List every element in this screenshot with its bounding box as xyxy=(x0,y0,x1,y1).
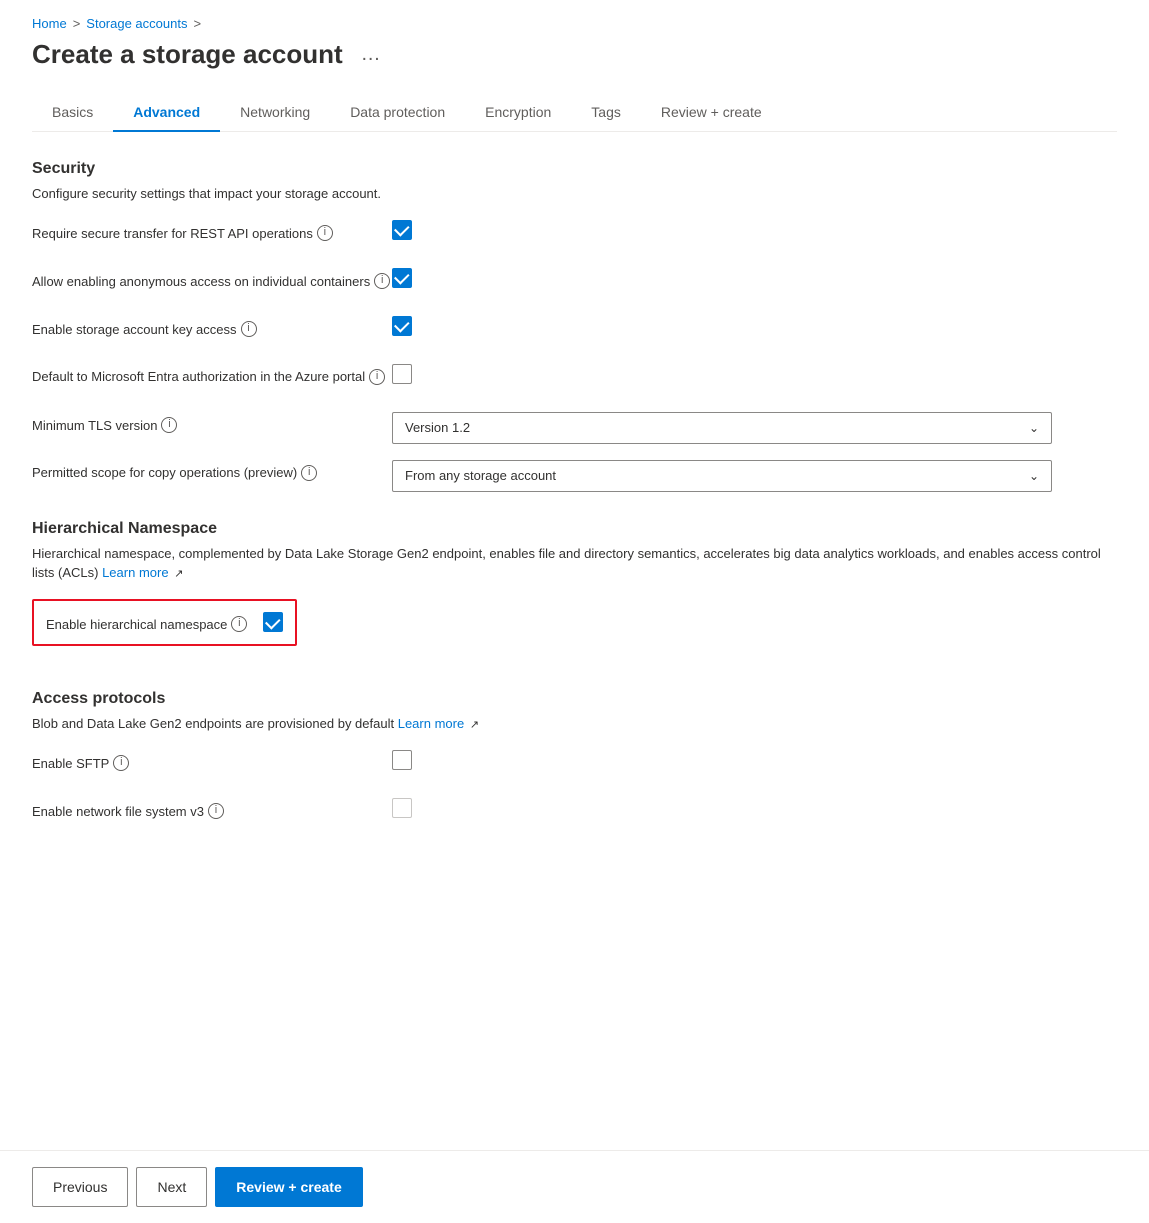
breadcrumb: Home > Storage accounts > xyxy=(32,16,1117,31)
allow-anonymous-access-info-icon[interactable]: i xyxy=(374,273,390,289)
allow-anonymous-access-label: Allow enabling anonymous access on indiv… xyxy=(32,268,392,292)
copy-scope-label: Permitted scope for copy operations (pre… xyxy=(32,460,392,482)
tab-data-protection[interactable]: Data protection xyxy=(330,94,465,132)
enable-sftp-info-icon[interactable]: i xyxy=(113,755,129,771)
tab-networking[interactable]: Networking xyxy=(220,94,330,132)
tls-version-row: Minimum TLS version i Version 1.2 ⌄ xyxy=(32,412,1117,444)
tls-version-info-icon[interactable]: i xyxy=(161,417,177,433)
require-secure-transfer-label: Require secure transfer for REST API ope… xyxy=(32,220,392,244)
enable-hierarchical-namespace-info-icon[interactable]: i xyxy=(231,616,247,632)
enable-hierarchical-namespace-highlight: Enable hierarchical namespace i xyxy=(32,599,297,647)
tls-version-select[interactable]: Version 1.2 ⌄ xyxy=(392,412,1052,444)
enable-storage-key-access-row: Enable storage account key access i xyxy=(32,316,1117,348)
access-protocols-section: Access protocols Blob and Data Lake Gen2… xyxy=(32,690,1117,830)
breadcrumb-sep2: > xyxy=(193,16,201,31)
enable-sftp-label: Enable SFTP i xyxy=(32,750,392,774)
access-protocols-title: Access protocols xyxy=(32,690,1117,708)
enable-nfs-checkbox[interactable] xyxy=(392,798,412,818)
tab-encryption[interactable]: Encryption xyxy=(465,94,571,132)
allow-anonymous-access-row: Allow enabling anonymous access on indiv… xyxy=(32,268,1117,300)
enable-sftp-row: Enable SFTP i xyxy=(32,750,1117,782)
enable-storage-key-access-info-icon[interactable]: i xyxy=(241,321,257,337)
copy-scope-chevron-icon: ⌄ xyxy=(1029,469,1039,483)
tls-version-label: Minimum TLS version i xyxy=(32,412,392,436)
enable-storage-key-access-label: Enable storage account key access i xyxy=(32,316,392,340)
copy-scope-info-icon[interactable]: i xyxy=(301,465,317,481)
tab-review-create[interactable]: Review + create xyxy=(641,94,782,132)
hierarchical-namespace-external-link-icon: ↗ xyxy=(174,566,183,583)
tls-version-chevron-icon: ⌄ xyxy=(1029,421,1039,435)
allow-anonymous-access-checkbox[interactable] xyxy=(392,268,412,288)
tab-advanced[interactable]: Advanced xyxy=(113,94,220,132)
security-title: Security xyxy=(32,160,1117,178)
hierarchical-namespace-title: Hierarchical Namespace xyxy=(32,520,1117,538)
breadcrumb-home[interactable]: Home xyxy=(32,16,67,31)
enable-hierarchical-namespace-label: Enable hierarchical namespace i xyxy=(46,611,247,635)
hierarchical-namespace-section: Hierarchical Namespace Hierarchical name… xyxy=(32,520,1117,663)
review-create-button[interactable]: Review + create xyxy=(215,1167,362,1207)
default-entra-auth-info-icon[interactable]: i xyxy=(369,369,385,385)
bottom-bar: Previous Next Review + create xyxy=(0,1150,1149,1223)
hierarchical-namespace-desc: Hierarchical namespace, complemented by … xyxy=(32,544,1117,583)
access-protocols-desc: Blob and Data Lake Gen2 endpoints are pr… xyxy=(32,714,1117,734)
require-secure-transfer-checkbox[interactable] xyxy=(392,220,412,240)
enable-hierarchical-namespace-checkbox[interactable] xyxy=(263,612,283,632)
enable-nfs-label: Enable network file system v3 i xyxy=(32,798,392,822)
ellipsis-button[interactable]: … xyxy=(355,41,387,68)
page-title: Create a storage account xyxy=(32,39,343,70)
security-desc: Configure security settings that impact … xyxy=(32,184,1117,204)
hierarchical-namespace-learn-more[interactable]: Learn more xyxy=(102,565,168,580)
tab-basics[interactable]: Basics xyxy=(32,94,113,132)
access-protocols-learn-more[interactable]: Learn more xyxy=(398,716,464,731)
enable-nfs-info-icon[interactable]: i xyxy=(208,803,224,819)
default-entra-auth-checkbox[interactable] xyxy=(392,364,412,384)
copy-scope-value: From any storage account xyxy=(405,468,556,483)
tab-tags[interactable]: Tags xyxy=(571,94,641,132)
next-button[interactable]: Next xyxy=(136,1167,207,1207)
require-secure-transfer-row: Require secure transfer for REST API ope… xyxy=(32,220,1117,252)
default-entra-auth-row: Default to Microsoft Entra authorization… xyxy=(32,364,1117,396)
access-protocols-external-link-icon: ↗ xyxy=(470,717,479,734)
enable-sftp-checkbox[interactable] xyxy=(392,750,412,770)
previous-button[interactable]: Previous xyxy=(32,1167,128,1207)
default-entra-auth-label: Default to Microsoft Entra authorization… xyxy=(32,364,392,386)
enable-storage-key-access-checkbox[interactable] xyxy=(392,316,412,336)
require-secure-transfer-info-icon[interactable]: i xyxy=(317,225,333,241)
breadcrumb-sep1: > xyxy=(73,16,81,31)
enable-nfs-row: Enable network file system v3 i xyxy=(32,798,1117,830)
security-section: Security Configure security settings tha… xyxy=(32,160,1117,492)
tab-bar: Basics Advanced Networking Data protecti… xyxy=(32,94,1117,132)
tls-version-value: Version 1.2 xyxy=(405,420,470,435)
breadcrumb-storage-accounts[interactable]: Storage accounts xyxy=(86,16,187,31)
copy-scope-row: Permitted scope for copy operations (pre… xyxy=(32,460,1117,492)
copy-scope-select[interactable]: From any storage account ⌄ xyxy=(392,460,1052,492)
